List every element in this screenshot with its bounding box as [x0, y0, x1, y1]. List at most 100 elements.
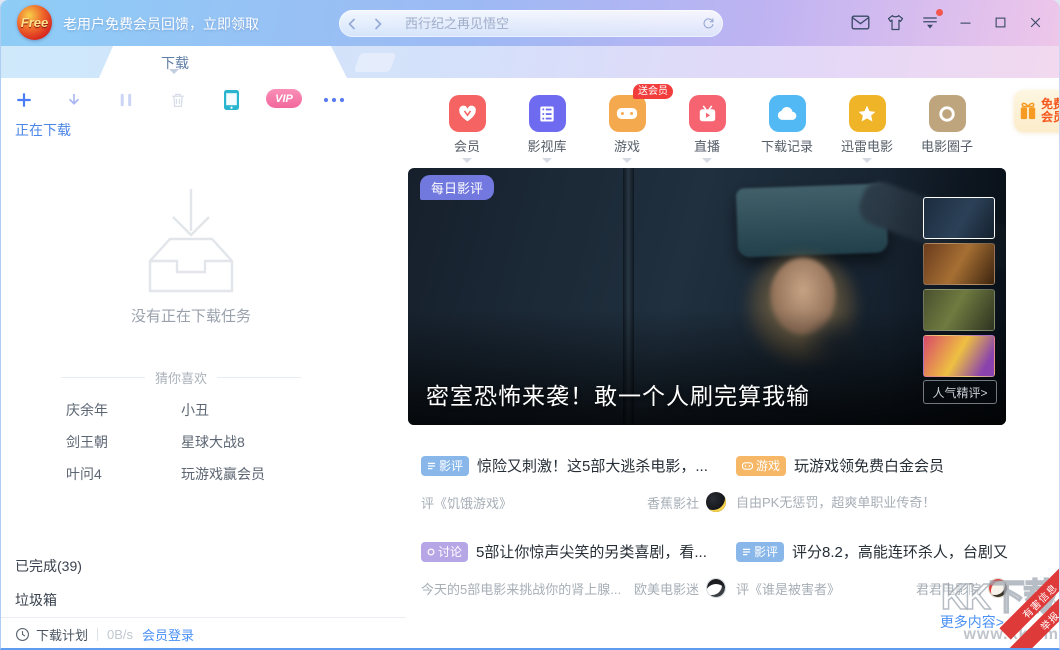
daily-review-banner[interactable]: 每日影评 密室恐怖来袭！敢一个人刷完算我输 人气精评> — [408, 168, 1006, 425]
news-title: 评分8.2，高能连环杀人，台剧又... — [792, 541, 1008, 562]
search-input[interactable] — [391, 10, 693, 37]
lines-icon — [427, 462, 436, 470]
live-tv-icon — [689, 95, 726, 132]
news-item[interactable]: 游戏 玩游戏领免费白金会员 自由PK无惩罚，超爽单职业传奇！ — [736, 455, 1008, 511]
nav-item-vip[interactable]: 会员 — [431, 95, 503, 163]
news-item[interactable]: 影评 评分8.2，高能连环杀人，台剧又... 评《谁是被害者》 君君电影院 — [736, 541, 1008, 598]
clock-icon — [15, 627, 30, 642]
close-icon[interactable] — [1025, 12, 1045, 32]
banner-title: 密室恐怖来袭！敢一个人刷完算我输 — [426, 377, 810, 411]
avatar — [706, 578, 726, 598]
new-task-button[interactable] — [9, 86, 39, 114]
sidebar-item-downloading[interactable]: 正在下载 — [15, 120, 71, 140]
banner-thumb-1[interactable] — [923, 197, 995, 239]
heart-icon — [449, 95, 486, 132]
phone-connect-icon[interactable] — [216, 86, 246, 114]
news-desc: 评《饥饿游戏》 — [421, 493, 512, 512]
pause-button[interactable] — [111, 86, 141, 114]
banner-thumb-4[interactable] — [923, 335, 995, 377]
news-item[interactable]: 影评 惊险又刺激！这5部大逃杀电影，... 评《饥饿游戏》 香蕉影社 — [421, 455, 726, 512]
suggestion-item[interactable]: 玩游戏赢会员 — [181, 464, 265, 484]
news-author: 君君电影院 — [916, 579, 981, 598]
daily-review-tag: 每日影评 — [420, 175, 494, 200]
member-login-link[interactable]: 会员登录 — [142, 625, 194, 644]
news-author: 香蕉影社 — [647, 493, 699, 512]
suggestion-item[interactable]: 星球大战8 — [181, 432, 245, 452]
chevron-down-icon[interactable] — [862, 158, 872, 163]
cloud-icon — [769, 95, 806, 132]
ring-icon — [929, 95, 966, 132]
suggestion-item[interactable]: 小丑 — [181, 400, 209, 420]
nav-item-media-library[interactable]: 影视库 — [511, 95, 583, 163]
divider — [61, 377, 145, 378]
vip-button[interactable]: VIP — [266, 89, 302, 108]
news-title: 玩游戏领免费白金会员 — [794, 455, 944, 476]
nav-item-xunlei-movies[interactable]: 迅雷电影 — [831, 95, 903, 163]
chevron-down-icon[interactable] — [702, 158, 712, 163]
circle-icon — [427, 548, 435, 556]
refresh-icon[interactable] — [693, 10, 723, 37]
download-plan-button[interactable]: 下载计划 — [36, 625, 88, 644]
suggestion-item[interactable]: 剑王朝 — [66, 432, 108, 452]
chevron-down-icon[interactable] — [622, 158, 632, 163]
forward-icon[interactable] — [365, 10, 391, 37]
empty-state-text: 没有正在下载任务 — [1, 305, 381, 326]
chevron-down-icon[interactable] — [462, 158, 472, 163]
back-icon[interactable] — [339, 10, 365, 37]
notification-dot — [936, 9, 943, 16]
popular-reviews-button[interactable]: 人气精评> — [923, 380, 997, 404]
news-desc: 评《谁是被害者》 — [736, 579, 840, 598]
tab-download[interactable] — [99, 46, 347, 78]
nav-label: 影视库 — [511, 136, 583, 155]
suggestion-item[interactable]: 庆余年 — [66, 400, 108, 420]
minimize-icon[interactable] — [955, 12, 975, 32]
search-bar — [339, 10, 723, 37]
news-item[interactable]: 讨论 5部让你惊声尖笑的另类喜剧，看... 今天的5部电影来挑战你的肾上腺...… — [421, 541, 726, 598]
bird-star-icon — [849, 95, 886, 132]
more-options-icon[interactable] — [319, 86, 349, 114]
empty-inbox-icon — [130, 183, 252, 295]
maximize-icon[interactable] — [990, 12, 1010, 32]
main-menu-icon[interactable] — [920, 12, 940, 32]
main-panel: 会员 影视库 送会员 游戏 — [406, 78, 1060, 650]
suggest-section-header: 猜你喜欢 — [61, 368, 301, 387]
window-controls — [850, 12, 1045, 32]
nav-label: 游戏 — [591, 136, 663, 155]
nav-item-games[interactable]: 送会员 游戏 — [591, 95, 663, 163]
nav-item-live[interactable]: 直播 — [671, 95, 743, 163]
start-download-button[interactable] — [59, 86, 89, 114]
sidebar-item-trash[interactable]: 垃圾箱 — [15, 590, 57, 610]
news-title: 惊险又刺激！这5部大逃杀电影，... — [477, 455, 708, 476]
news-desc: 自由PK无惩罚，超爽单职业传奇！ — [736, 492, 935, 511]
review-badge: 影评 — [736, 542, 784, 562]
app-window: Free 老用户免费会员回馈，立即领取 — [0, 0, 1060, 650]
new-tab-shape[interactable] — [354, 53, 397, 72]
avatar — [988, 578, 1008, 598]
free-vip-button[interactable]: 免费会员 — [1014, 90, 1060, 132]
sidebar-item-completed[interactable]: 已完成(39) — [15, 556, 82, 576]
nav-item-movie-circle[interactable]: 电影圈子 — [911, 95, 983, 155]
tab-bar: 下载 — [1, 46, 1059, 78]
nav-label: 直播 — [671, 136, 743, 155]
content-area: VIP 正在下载 没有正在下载任务 猜你喜欢 — [1, 78, 1059, 650]
suggestion-item[interactable]: 叶问4 — [66, 464, 102, 484]
game-badge: 游戏 — [736, 456, 786, 476]
review-badge: 影评 — [421, 456, 469, 476]
nav-item-download-history[interactable]: 下载记录 — [751, 95, 823, 155]
more-content-link[interactable]: 更多内容> — [940, 612, 1004, 632]
banner-thumb-2[interactable] — [923, 243, 995, 285]
mail-icon[interactable] — [850, 12, 870, 32]
banner-thumb-3[interactable] — [923, 289, 995, 331]
gamepad-icon — [609, 95, 646, 132]
delete-trash-icon[interactable] — [163, 86, 193, 114]
skin-shirt-icon[interactable] — [885, 12, 905, 32]
promo-banner-text[interactable]: 老用户免费会员回馈，立即领取 — [63, 14, 259, 34]
gamepad-icon — [742, 462, 753, 470]
news-title: 5部让你惊声尖笑的另类喜剧，看... — [476, 541, 707, 562]
promo-free-logo-icon[interactable]: Free — [17, 5, 52, 40]
gift-member-badge: 送会员 — [633, 84, 673, 99]
suggest-title: 猜你喜欢 — [155, 368, 207, 387]
download-speed: 0B/s — [107, 627, 133, 642]
tab-chevron-down-icon[interactable] — [169, 69, 179, 74]
chevron-down-icon[interactable] — [542, 158, 552, 163]
